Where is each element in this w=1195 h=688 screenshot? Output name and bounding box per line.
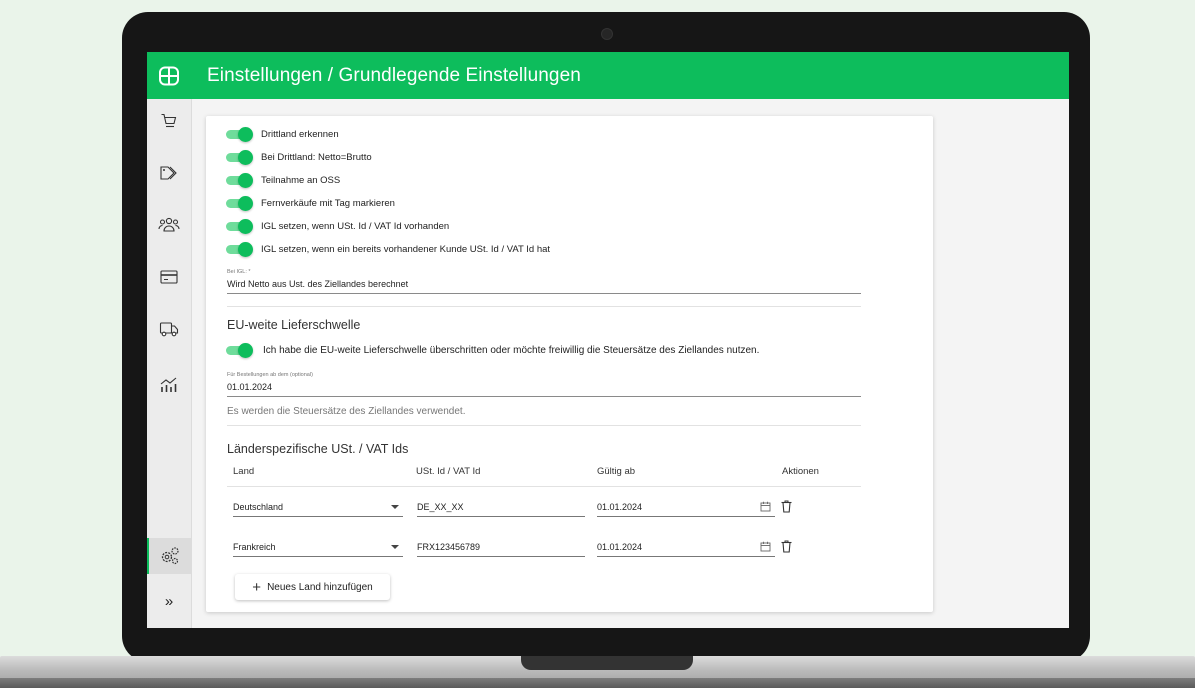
toggle-label: Drittland erkennen bbox=[261, 128, 339, 140]
toggle-label: IGL setzen, wenn USt. Id / VAT Id vorhan… bbox=[261, 220, 450, 232]
sidebar-item-orders[interactable] bbox=[147, 103, 191, 139]
toggle-switch[interactable] bbox=[226, 343, 253, 358]
toggle-igl-vat-id[interactable]: IGL setzen, wenn USt. Id / VAT Id vorhan… bbox=[226, 218, 449, 234]
igl-select[interactable]: Bei IGL: * Wird Netto aus Ust. des Ziell… bbox=[227, 269, 861, 294]
toggle-switch[interactable] bbox=[226, 242, 253, 257]
sidebar: » bbox=[147, 99, 192, 628]
column-header-vat-id: USt. Id / VAT Id bbox=[416, 466, 481, 477]
sidebar-item-payments[interactable] bbox=[147, 259, 191, 295]
sidebar-item-analytics[interactable] bbox=[147, 367, 191, 403]
valid-from-input-row-1[interactable]: 01.01.2024 bbox=[597, 498, 775, 517]
toggle-igl-existing-customer[interactable]: IGL setzen, wenn ein bereits vorhandener… bbox=[226, 241, 550, 257]
logo-icon bbox=[159, 66, 179, 85]
sidebar-expand-button[interactable]: » bbox=[147, 583, 191, 619]
chevron-down-icon bbox=[391, 545, 399, 549]
plus-icon: + bbox=[252, 578, 262, 596]
eu-hint: Es werden die Steuersätze des Ziellandes… bbox=[227, 406, 466, 417]
sidebar-item-products[interactable] bbox=[147, 155, 191, 191]
column-header-gueltig-ab: Gültig ab bbox=[597, 466, 636, 477]
top-bar: Einstellungen / Grundlegende Einstellung… bbox=[147, 52, 1069, 99]
toggle-oss[interactable]: Teilnahme an OSS bbox=[226, 172, 340, 188]
country-select-row-2[interactable]: Frankreich bbox=[233, 538, 403, 557]
trash-icon[interactable] bbox=[781, 540, 792, 553]
eu-section-title: EU-weite Lieferschwelle bbox=[227, 318, 361, 332]
toggle-drittland-erkennen[interactable]: Drittland erkennen bbox=[226, 126, 339, 142]
table-header-divider bbox=[227, 486, 861, 487]
trash-icon[interactable] bbox=[781, 500, 792, 513]
add-country-label: Neues Land hinzufügen bbox=[267, 581, 373, 593]
page-title: Einstellungen / Grundlegende Einstellung… bbox=[207, 64, 581, 86]
tags-icon bbox=[160, 166, 177, 180]
toggle-label: Bei Drittland: Netto=Brutto bbox=[261, 151, 372, 163]
sidebar-item-shipping[interactable] bbox=[147, 311, 191, 347]
toggle-switch[interactable] bbox=[226, 127, 253, 142]
toggle-switch[interactable] bbox=[226, 150, 253, 165]
users-icon bbox=[158, 217, 180, 232]
sidebar-item-settings[interactable] bbox=[147, 538, 191, 574]
toggle-switch[interactable] bbox=[226, 173, 253, 188]
toggle-label: Teilnahme an OSS bbox=[261, 174, 341, 186]
app-screen: Einstellungen / Grundlegende Einstellung… bbox=[147, 52, 1069, 628]
app-logo[interactable] bbox=[147, 52, 191, 99]
valid-from-value: 01.01.2024 bbox=[597, 502, 643, 512]
camera bbox=[601, 28, 613, 40]
calendar-icon[interactable] bbox=[760, 501, 771, 512]
country-value: Frankreich bbox=[233, 542, 276, 552]
toggle-label: Fernverkäufe mit Tag markieren bbox=[261, 197, 395, 209]
date-field-value: 01.01.2024 bbox=[227, 382, 273, 392]
truck-icon bbox=[159, 322, 179, 337]
chart-icon bbox=[160, 377, 177, 392]
date-field-bestellungen[interactable]: Für Bestellungen ab dem (optional) 01.01… bbox=[227, 372, 861, 397]
toggle-switch[interactable] bbox=[226, 196, 253, 211]
calendar-icon[interactable] bbox=[760, 541, 771, 552]
cart-icon bbox=[161, 113, 177, 128]
igl-value: Wird Netto aus Ust. des Ziellandes berec… bbox=[227, 279, 409, 289]
date-field-label: Für Bestellungen ab dem (optional) bbox=[227, 372, 313, 378]
vat-id-value: DE_XX_XX bbox=[417, 502, 464, 512]
toggle-drittland-netto-brutto[interactable]: Bei Drittland: Netto=Brutto bbox=[226, 149, 372, 165]
column-header-land: Land bbox=[233, 466, 255, 477]
chevron-down-icon bbox=[391, 505, 399, 509]
laptop-notch bbox=[521, 656, 693, 670]
toggle-label: Ich habe die EU-weite Lieferschwelle übe… bbox=[263, 344, 760, 356]
igl-label: Bei IGL: * bbox=[227, 269, 251, 275]
credit-card-icon bbox=[160, 270, 178, 284]
vat-id-input-row-2[interactable]: FRX123456789 bbox=[417, 538, 585, 557]
vat-id-input-row-1[interactable]: DE_XX_XX bbox=[417, 498, 585, 517]
settings-card: Drittland erkennen Bei Drittland: Netto=… bbox=[206, 116, 933, 612]
vat-id-value: FRX123456789 bbox=[417, 542, 481, 552]
valid-from-input-row-2[interactable]: 01.01.2024 bbox=[597, 538, 775, 557]
valid-from-value: 01.01.2024 bbox=[597, 542, 643, 552]
divider bbox=[227, 425, 861, 426]
column-header-aktionen: Aktionen bbox=[782, 466, 819, 477]
expand-icon: » bbox=[164, 592, 174, 610]
settings-gears-icon bbox=[161, 547, 179, 565]
toggle-label: IGL setzen, wenn ein bereits vorhandener… bbox=[261, 243, 551, 255]
toggle-switch[interactable] bbox=[226, 219, 253, 234]
sidebar-item-customers[interactable] bbox=[147, 207, 191, 243]
country-select-row-1[interactable]: Deutschland bbox=[233, 498, 403, 517]
toggle-eu-lieferschwelle[interactable]: Ich habe die EU-weite Lieferschwelle übe… bbox=[226, 342, 759, 358]
vat-section-title: Länderspezifische USt. / VAT Ids bbox=[227, 442, 409, 456]
divider bbox=[227, 306, 861, 307]
add-country-button[interactable]: + Neues Land hinzufügen bbox=[235, 574, 390, 600]
toggle-fernverkaeufe[interactable]: Fernverkäufe mit Tag markieren bbox=[226, 195, 395, 211]
country-value: Deutschland bbox=[233, 502, 284, 512]
